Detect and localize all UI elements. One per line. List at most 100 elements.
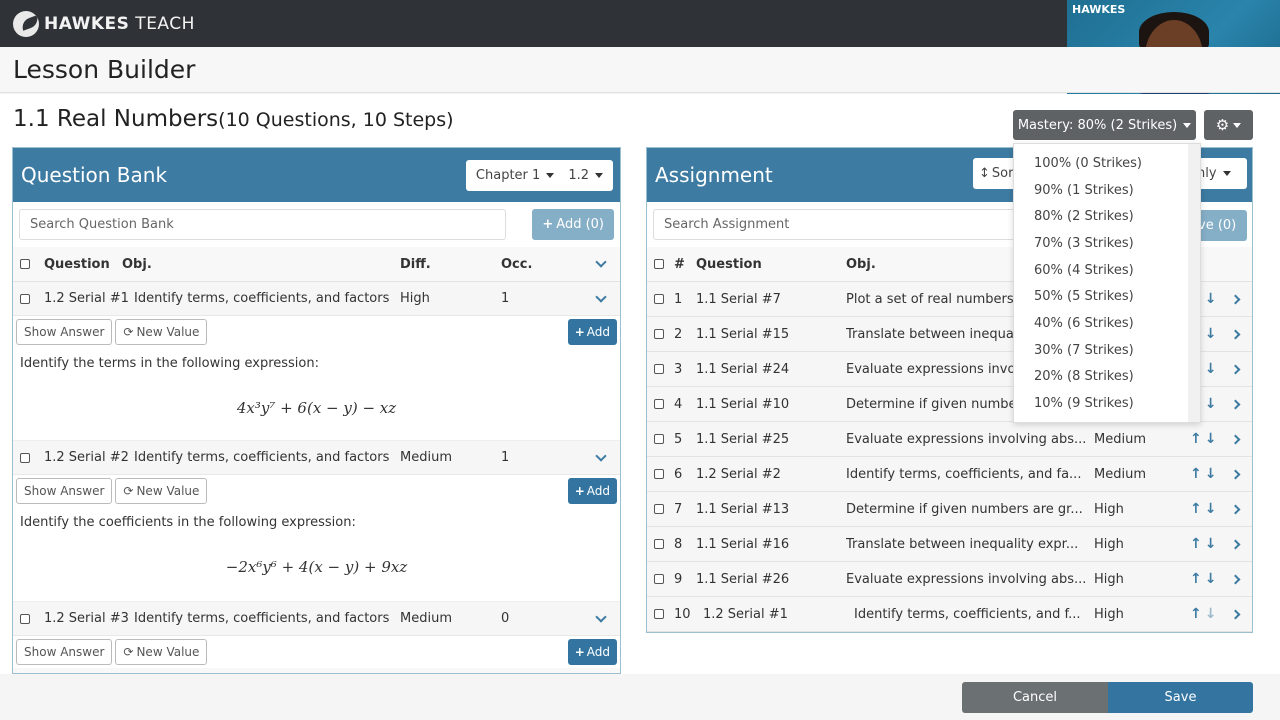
select-all-checkbox[interactable] — [654, 259, 664, 269]
question-row[interactable]: 1.2 Serial #1 Identify terms, coefficien… — [13, 282, 620, 316]
question-row[interactable]: 1.2 Serial #3 Identify terms, coefficien… — [13, 602, 620, 636]
row-checkbox[interactable] — [654, 539, 664, 549]
show-answer-button[interactable]: Show Answer — [16, 639, 113, 665]
assignment-row[interactable]: 10 1.2 Serial #1 Identify terms, coefficie… — [647, 597, 1252, 632]
chevron-right-icon[interactable] — [1231, 329, 1241, 339]
assignment-row[interactable]: 8 1.1 Serial #16 Translate between inequal… — [647, 527, 1252, 562]
new-value-button[interactable]: ⟳ New Value — [115, 478, 208, 504]
row-checkbox[interactable] — [654, 399, 664, 409]
save-button[interactable]: Save — [1108, 682, 1253, 713]
row-checkbox[interactable] — [654, 469, 664, 479]
row-checkbox[interactable] — [20, 613, 30, 624]
col-occ[interactable]: Occ. — [501, 257, 597, 272]
question-difficulty: High — [1094, 606, 1124, 622]
refresh-icon: ⟳ — [123, 484, 134, 498]
col-diff[interactable]: Diff. — [400, 257, 501, 272]
mastery-option[interactable]: 60% (4 Strikes) — [1014, 257, 1200, 284]
brand-name[interactable]: HAWKES TEACH — [44, 14, 195, 34]
move-up-icon[interactable]: ↑ — [1190, 431, 1202, 447]
add-question-button[interactable]: + Add — [567, 478, 617, 504]
new-value-button[interactable]: ⟳ New Value — [115, 319, 208, 345]
mastery-option[interactable]: 30% (7 Strikes) — [1014, 337, 1200, 364]
cancel-button[interactable]: Cancel — [962, 682, 1108, 713]
question-bank-table-header: Question Obj. Diff. Occ. — [13, 247, 620, 282]
section-select[interactable]: 1.2 — [568, 168, 603, 183]
question-preview: Identify the coefficients in the followi… — [13, 507, 620, 602]
chapter-select[interactable]: Chapter 1 — [476, 168, 555, 183]
chevron-right-icon[interactable] — [1231, 434, 1241, 444]
collapse-all-icon[interactable] — [595, 256, 607, 268]
chevron-down-icon[interactable] — [595, 610, 607, 623]
move-down-icon[interactable]: ↓ — [1205, 361, 1217, 377]
chevron-right-icon[interactable] — [1231, 364, 1241, 374]
caret-down-icon — [1233, 122, 1242, 128]
chevron-right-icon[interactable] — [1231, 574, 1241, 584]
chapter-section-select: Chapter 1 1.2 — [465, 159, 613, 191]
row-checkbox[interactable] — [654, 434, 664, 444]
col-question[interactable]: Question — [44, 257, 122, 272]
move-down-icon[interactable]: ↓ — [1205, 501, 1217, 517]
col-question[interactable]: Question — [696, 257, 846, 272]
move-down-icon[interactable]: ↓ — [1205, 326, 1217, 342]
row-checkbox[interactable] — [654, 609, 664, 619]
row-checkbox[interactable] — [654, 504, 664, 514]
chevron-right-icon[interactable] — [1231, 399, 1241, 409]
plus-icon: + — [542, 217, 554, 232]
row-checkbox[interactable] — [654, 364, 664, 374]
move-down-icon[interactable]: ↓ — [1205, 291, 1217, 307]
mastery-option[interactable]: 40% (6 Strikes) — [1014, 310, 1200, 337]
move-down-icon[interactable]: ↓ — [1205, 431, 1217, 447]
add-question-button[interactable]: + Add — [567, 639, 617, 665]
mastery-option[interactable]: 20% (8 Strikes) — [1014, 364, 1200, 391]
question-bank-search-input[interactable] — [19, 209, 507, 240]
mastery-option[interactable]: 50% (5 Strikes) — [1014, 283, 1200, 310]
question-actions: Show Answer ⟳ New Value + Add — [13, 475, 620, 507]
move-down-icon[interactable]: ↓ — [1205, 466, 1217, 482]
assignment-search-input[interactable] — [653, 209, 1033, 240]
mastery-option[interactable]: 90% (1 Strikes) — [1014, 177, 1200, 204]
row-checkbox[interactable] — [20, 293, 30, 304]
move-down-icon[interactable]: ↓ — [1205, 536, 1217, 552]
row-checkbox[interactable] — [20, 452, 30, 463]
chevron-right-icon[interactable] — [1231, 539, 1241, 549]
new-value-button[interactable]: ⟳ New Value — [115, 639, 208, 665]
mastery-option[interactable]: 10% (9 Strikes) — [1014, 390, 1200, 417]
move-up-icon[interactable]: ↑ — [1190, 571, 1202, 587]
move-down-icon[interactable]: ↓ — [1205, 396, 1217, 412]
move-down-icon[interactable]: ↓ — [1205, 606, 1217, 622]
chevron-right-icon[interactable] — [1231, 294, 1241, 304]
mastery-dropdown-button[interactable]: Mastery: 80% (2 Strikes) — [1013, 110, 1196, 140]
mastery-option[interactable]: 100% (0 Strikes) — [1014, 150, 1200, 177]
assignment-row[interactable]: 9 1.1 Serial #26 Evaluate expressions invo… — [647, 562, 1252, 597]
row-number: 7 — [674, 501, 683, 517]
move-up-icon[interactable]: ↑ — [1190, 606, 1202, 622]
question-row[interactable]: 1.2 Serial #2 Identify terms, coefficien… — [13, 441, 620, 475]
mastery-option[interactable]: 70% (3 Strikes) — [1014, 230, 1200, 257]
move-up-icon[interactable]: ↑ — [1190, 466, 1202, 482]
chevron-right-icon[interactable] — [1231, 504, 1241, 514]
show-answer-button[interactable]: Show Answer — [16, 319, 113, 345]
row-checkbox[interactable] — [654, 329, 664, 339]
settings-dropdown-button[interactable]: ⚙ — [1204, 110, 1253, 140]
refresh-icon: ⟳ — [123, 645, 134, 659]
chevron-down-icon[interactable] — [595, 449, 607, 462]
row-checkbox[interactable] — [654, 294, 664, 304]
move-down-icon[interactable]: ↓ — [1205, 571, 1217, 587]
add-question-button[interactable]: + Add — [567, 319, 617, 345]
col-obj[interactable]: Obj. — [122, 257, 400, 272]
assignment-row[interactable]: 7 1.1 Serial #13 Determine if given number… — [647, 492, 1252, 527]
move-up-icon[interactable]: ↑ — [1190, 501, 1202, 517]
chevron-down-icon[interactable] — [595, 290, 607, 303]
show-answer-button[interactable]: Show Answer — [16, 478, 113, 504]
select-all-checkbox[interactable] — [20, 259, 30, 269]
assignment-row[interactable]: 6 1.2 Serial #2 Identify terms, coefficien… — [647, 457, 1252, 492]
row-checkbox[interactable] — [654, 574, 664, 584]
add-selected-button[interactable]: + Add (0) — [532, 209, 614, 240]
chevron-right-icon[interactable] — [1231, 469, 1241, 479]
dropdown-scrollbar[interactable] — [1188, 144, 1200, 422]
col-number[interactable]: # — [674, 257, 696, 272]
mastery-option[interactable]: 80% (2 Strikes) — [1014, 203, 1200, 230]
chevron-right-icon[interactable] — [1231, 609, 1241, 619]
assignment-row[interactable]: 5 1.1 Serial #25 Evaluate expressions invo… — [647, 422, 1252, 457]
move-up-icon[interactable]: ↑ — [1190, 536, 1202, 552]
